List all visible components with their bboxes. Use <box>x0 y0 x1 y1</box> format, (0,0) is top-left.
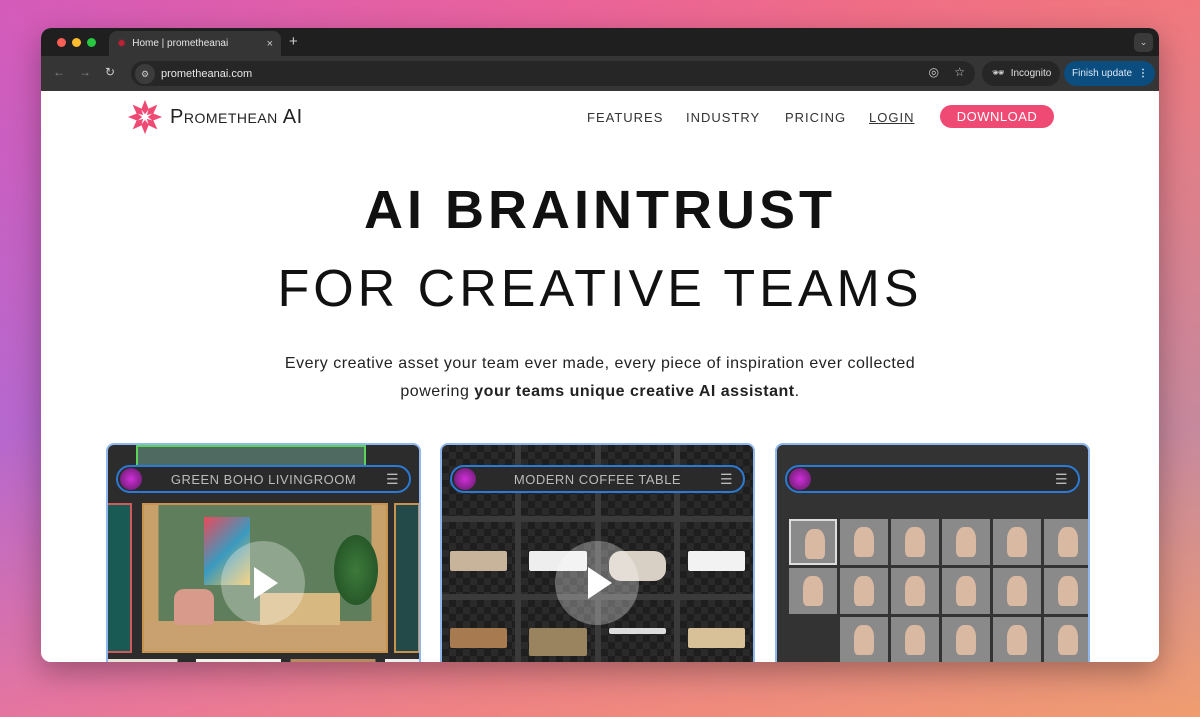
address-bar[interactable]: ⚙ prometheanai.com ◎ ☆ <box>131 61 975 86</box>
promethean-orb-icon <box>120 468 142 490</box>
thumbnail-image <box>394 503 419 653</box>
hero-title: AI BRAINTRUST <box>364 180 836 240</box>
description-line: powering your teams unique creative AI a… <box>41 378 1159 406</box>
reload-icon[interactable]: ↻ <box>105 65 115 79</box>
tab-bar: ✹ Home | prometheanai × + ⌄ <box>41 28 1159 56</box>
hero-subtitle-heading: FOR CREATIVE TEAMS <box>277 260 923 318</box>
video-card-coffee-table[interactable]: MODERN COFFEE TABLE ☰ <box>440 443 755 662</box>
description-line: Every creative asset your team ever made… <box>284 355 916 372</box>
thumbnail-row <box>108 659 419 662</box>
nav-pricing[interactable]: PRICING <box>785 110 846 125</box>
nav-industry[interactable]: INDUSTRY <box>686 110 760 125</box>
card-title: MODERN COFFEE TABLE <box>513 471 682 487</box>
forward-arrow-icon[interactable]: → <box>79 65 91 79</box>
url-text[interactable]: prometheanai.com <box>161 68 252 80</box>
description-text: . <box>794 383 800 400</box>
site-favicon-icon: ✹ <box>117 38 127 50</box>
promethean-orb-icon <box>454 468 476 490</box>
description-text: powering <box>400 383 475 400</box>
nav-features[interactable]: FEATURES <box>587 110 663 125</box>
description-bold: your teams unique creative AI assistant <box>474 383 795 400</box>
menu-icon[interactable]: ☰ <box>386 471 399 488</box>
tab-close-icon[interactable]: × <box>267 38 273 50</box>
download-button[interactable]: DOWNLOAD <box>940 105 1054 128</box>
nav-login[interactable]: LOGIN <box>869 110 914 125</box>
site-settings-icon[interactable]: ⚙ <box>135 63 155 84</box>
thumbnail-image <box>108 503 132 653</box>
back-arrow-icon[interactable]: ← <box>53 65 65 79</box>
thumbnail-image <box>136 445 366 467</box>
maximize-window-button[interactable] <box>87 38 96 47</box>
promethean-logo-icon <box>127 99 163 135</box>
new-tab-button[interactable]: + <box>289 33 298 50</box>
play-video-button[interactable] <box>221 541 305 625</box>
logo-link[interactable]: Promethean AI <box>126 98 303 136</box>
incognito-indicator[interactable]: 🕶 Incognito <box>982 61 1060 86</box>
finish-update-button[interactable]: Finish update ⋮ <box>1064 61 1155 86</box>
video-card-poses[interactable]: ☰ <box>775 443 1090 662</box>
minimize-window-button[interactable] <box>72 38 81 47</box>
web-page: Promethean AI FEATURES INDUSTRY PRICING … <box>41 91 1159 662</box>
incognito-label: Incognito <box>1010 68 1052 79</box>
play-video-button[interactable] <box>555 541 639 625</box>
eye-slash-icon[interactable]: ◎ <box>929 65 939 79</box>
more-vertical-icon: ⋮ <box>1138 68 1149 79</box>
menu-icon[interactable]: ☰ <box>720 471 733 488</box>
card-search-bar: ☰ <box>785 465 1080 493</box>
card-title: GREEN BOHO LIVINGROOM <box>170 471 357 487</box>
incognito-icon: 🕶 <box>992 68 1005 79</box>
browser-window: ✹ Home | prometheanai × + ⌄ ← → ↻ ⚙ prom… <box>41 28 1159 662</box>
promethean-orb-icon <box>789 468 811 490</box>
tab-search-chevron-down-icon[interactable]: ⌄ <box>1134 33 1153 52</box>
browser-toolbar: ← → ↻ ⚙ prometheanai.com ◎ ☆ 🕶 Incognito… <box>41 56 1159 91</box>
pose-thumbnail-grid <box>789 519 1088 662</box>
video-card-livingroom[interactable]: GREEN BOHO LIVINGROOM ☰ <box>106 443 421 662</box>
close-window-button[interactable] <box>57 38 66 47</box>
card-search-bar: GREEN BOHO LIVINGROOM ☰ <box>116 465 411 493</box>
star-bookmark-icon[interactable]: ☆ <box>954 65 965 79</box>
finish-update-label: Finish update <box>1072 68 1133 79</box>
hero-description: Every creative asset your team ever made… <box>41 350 1159 406</box>
tab-home[interactable]: ✹ Home | prometheanai × <box>109 31 281 56</box>
brand-name: Promethean AI <box>170 105 303 128</box>
card-search-bar: MODERN COFFEE TABLE ☰ <box>450 465 745 493</box>
tab-title: Home | prometheanai <box>132 38 229 49</box>
menu-icon[interactable]: ☰ <box>1055 471 1068 488</box>
